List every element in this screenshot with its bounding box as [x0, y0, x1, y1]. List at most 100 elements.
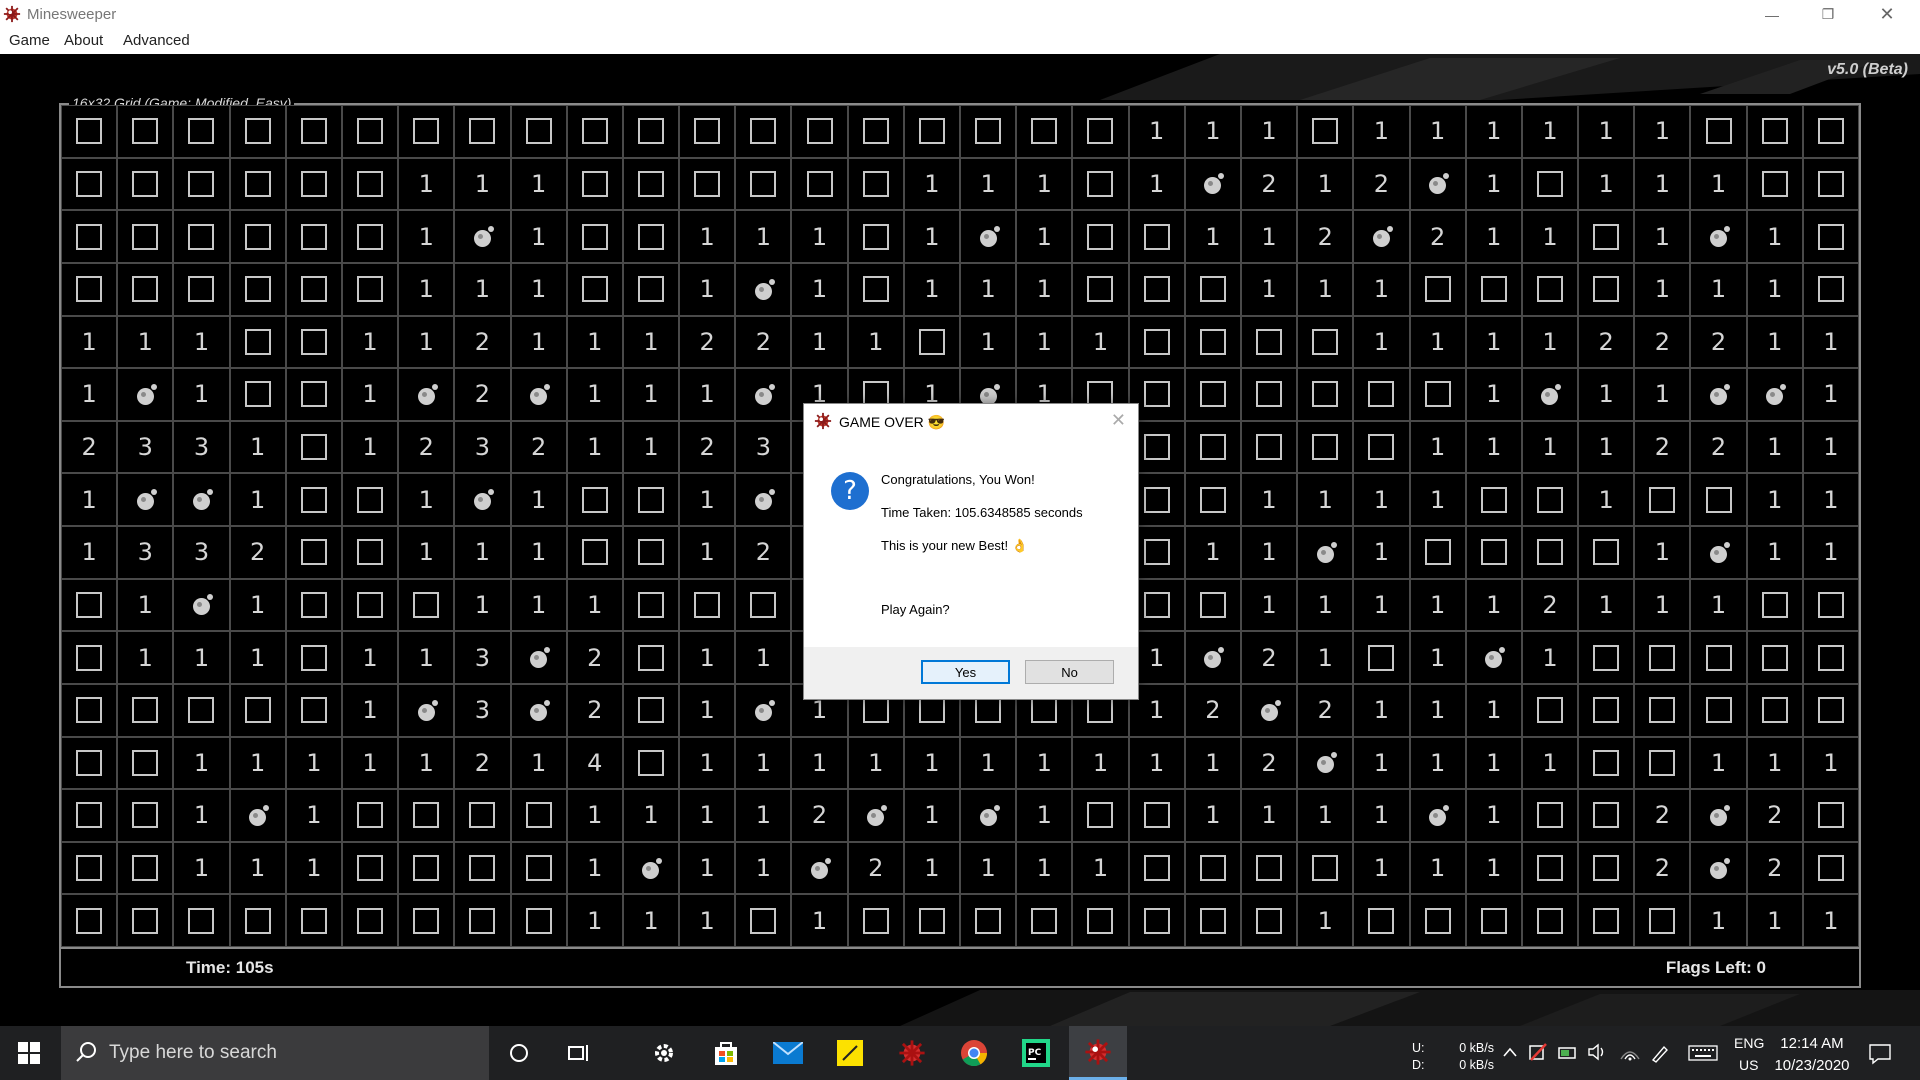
- closed-cell[interactable]: [622, 210, 680, 263]
- number-cell[interactable]: 1: [1128, 105, 1185, 158]
- number-cell[interactable]: 1: [1634, 262, 1691, 316]
- closed-cell[interactable]: [398, 841, 455, 895]
- closed-cell[interactable]: [61, 210, 118, 263]
- mine-cell[interactable]: [847, 789, 904, 842]
- closed-cell[interactable]: [1690, 683, 1747, 737]
- closed-cell[interactable]: [1072, 894, 1129, 947]
- settings-app[interactable]: [635, 1026, 693, 1080]
- number-cell[interactable]: 1: [1240, 789, 1298, 842]
- closed-cell[interactable]: [285, 578, 342, 632]
- closed-cell[interactable]: [1802, 631, 1859, 684]
- closed-cell[interactable]: [61, 262, 118, 316]
- closed-cell[interactable]: [1802, 262, 1859, 316]
- mine-cell[interactable]: [1353, 210, 1410, 263]
- number-cell[interactable]: 1: [566, 789, 623, 842]
- closed-cell[interactable]: [1016, 105, 1073, 158]
- mine-cell[interactable]: [1240, 683, 1298, 737]
- number-cell[interactable]: 1: [679, 368, 736, 421]
- closed-cell[interactable]: [1578, 789, 1635, 842]
- number-cell[interactable]: 1: [1746, 315, 1803, 369]
- closed-cell[interactable]: [1184, 315, 1241, 369]
- closed-cell[interactable]: [903, 315, 960, 369]
- closed-cell[interactable]: [1521, 526, 1579, 579]
- number-cell[interactable]: 1: [1465, 789, 1522, 842]
- number-cell[interactable]: 1: [1634, 368, 1691, 421]
- number-cell[interactable]: 2: [1634, 315, 1691, 369]
- closed-cell[interactable]: [1802, 789, 1859, 842]
- closed-cell[interactable]: [398, 105, 455, 158]
- closed-cell[interactable]: [341, 841, 399, 895]
- number-cell[interactable]: 1: [622, 894, 680, 947]
- number-cell[interactable]: 1: [510, 315, 567, 369]
- number-cell[interactable]: 1: [1240, 210, 1298, 263]
- closed-cell[interactable]: [679, 105, 736, 158]
- closed-cell[interactable]: [1802, 105, 1859, 158]
- mine-cell[interactable]: [1297, 526, 1354, 579]
- closed-cell[interactable]: [1465, 262, 1522, 316]
- number-cell[interactable]: 1: [1409, 420, 1466, 474]
- number-cell[interactable]: 1: [1072, 315, 1129, 369]
- closed-cell[interactable]: [735, 894, 792, 947]
- closed-cell[interactable]: [679, 578, 736, 632]
- number-cell[interactable]: 1: [1690, 736, 1747, 790]
- number-cell[interactable]: 1: [1465, 578, 1522, 632]
- closed-cell[interactable]: [1240, 368, 1298, 421]
- number-cell[interactable]: 1: [1353, 789, 1410, 842]
- number-cell[interactable]: 1: [1184, 789, 1241, 842]
- closed-cell[interactable]: [285, 368, 342, 421]
- closed-cell[interactable]: [341, 526, 399, 579]
- number-cell[interactable]: 1: [229, 473, 286, 526]
- number-cell[interactable]: 2: [1690, 315, 1747, 369]
- number-cell[interactable]: 1: [1802, 473, 1859, 526]
- number-cell[interactable]: 1: [566, 420, 623, 474]
- closed-cell[interactable]: [229, 894, 286, 947]
- number-cell[interactable]: 1: [735, 789, 792, 842]
- number-cell[interactable]: 1: [1578, 368, 1635, 421]
- mine-cell[interactable]: [510, 368, 567, 421]
- closed-cell[interactable]: [1353, 420, 1410, 474]
- closed-cell[interactable]: [61, 841, 118, 895]
- clock-time[interactable]: 12:14 AM: [1776, 1035, 1848, 1052]
- number-cell[interactable]: 1: [173, 841, 230, 895]
- number-cell[interactable]: 1: [735, 736, 792, 790]
- number-cell[interactable]: 1: [1521, 420, 1579, 474]
- language-label[interactable]: ENG: [1734, 1035, 1764, 1051]
- closed-cell[interactable]: [1802, 210, 1859, 263]
- number-cell[interactable]: 1: [1465, 157, 1522, 211]
- closed-cell[interactable]: [1634, 736, 1691, 790]
- number-cell[interactable]: 1: [960, 736, 1017, 790]
- closed-cell[interactable]: [229, 683, 286, 737]
- menu-advanced[interactable]: Advanced: [123, 32, 190, 49]
- closed-cell[interactable]: [398, 894, 455, 947]
- closed-cell[interactable]: [61, 789, 118, 842]
- closed-cell[interactable]: [454, 105, 511, 158]
- number-cell[interactable]: 1: [679, 262, 736, 316]
- closed-cell[interactable]: [117, 210, 174, 263]
- number-cell[interactable]: 1: [791, 736, 848, 790]
- number-cell[interactable]: 1: [679, 736, 736, 790]
- mine-cell[interactable]: [735, 473, 792, 526]
- closed-cell[interactable]: [1353, 368, 1410, 421]
- number-cell[interactable]: 1: [1353, 578, 1410, 632]
- number-cell[interactable]: 1: [1240, 262, 1298, 316]
- closed-cell[interactable]: [285, 473, 342, 526]
- number-cell[interactable]: 2: [1184, 683, 1241, 737]
- number-cell[interactable]: 1: [173, 736, 230, 790]
- mine-cell[interactable]: [398, 683, 455, 737]
- closed-cell[interactable]: [61, 894, 118, 947]
- number-cell[interactable]: 1: [1240, 473, 1298, 526]
- closed-cell[interactable]: [1184, 841, 1241, 895]
- number-cell[interactable]: 2: [454, 315, 511, 369]
- number-cell[interactable]: 2: [735, 315, 792, 369]
- closed-cell[interactable]: [341, 105, 399, 158]
- number-cell[interactable]: 1: [1409, 473, 1466, 526]
- closed-cell[interactable]: [398, 789, 455, 842]
- number-cell[interactable]: 1: [903, 210, 960, 263]
- number-cell[interactable]: 3: [735, 420, 792, 474]
- closed-cell[interactable]: [229, 262, 286, 316]
- number-cell[interactable]: 1: [61, 473, 118, 526]
- number-cell[interactable]: 1: [1802, 315, 1859, 369]
- number-cell[interactable]: 1: [1746, 420, 1803, 474]
- number-cell[interactable]: 1: [1521, 210, 1579, 263]
- number-cell[interactable]: 1: [1353, 315, 1410, 369]
